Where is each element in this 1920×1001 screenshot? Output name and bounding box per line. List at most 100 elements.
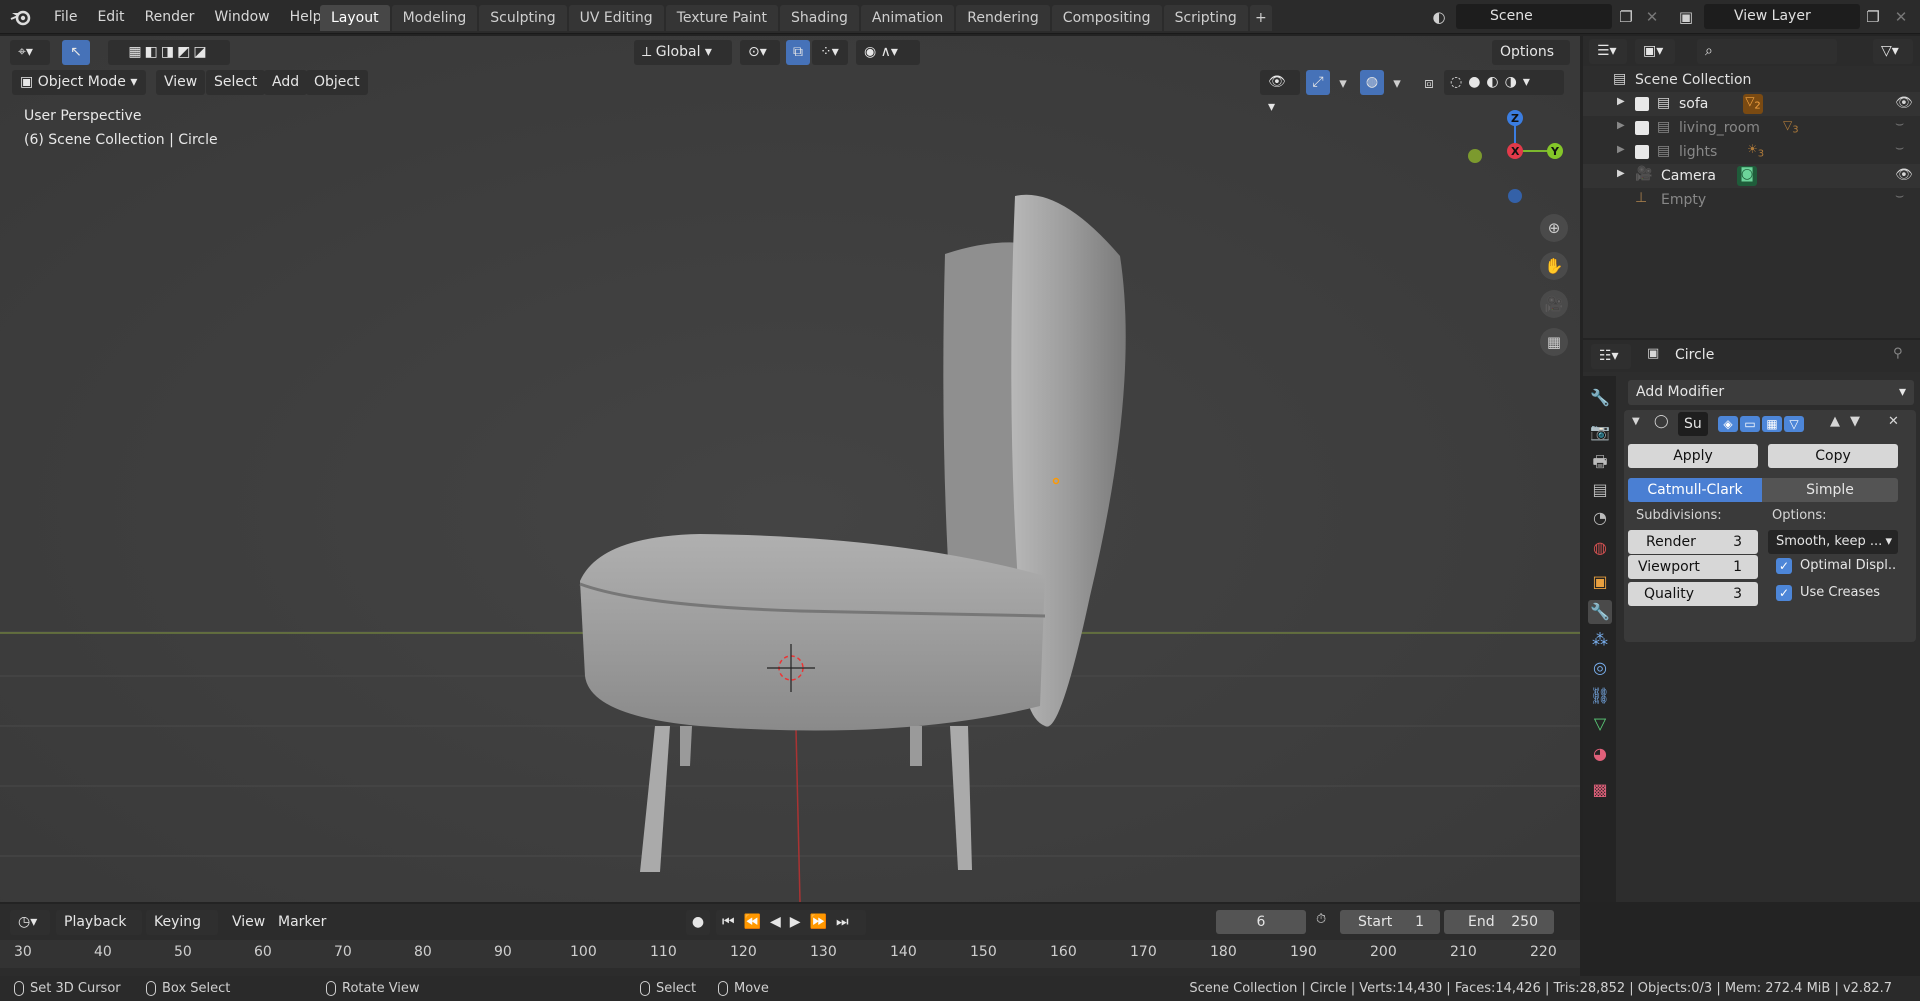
menu-view[interactable]: View	[224, 910, 273, 935]
menu-file[interactable]: File	[44, 9, 87, 25]
outliner-root-row[interactable]: ▤ Scene Collection	[1583, 68, 1920, 92]
xray-icon[interactable]: ⧈	[1418, 72, 1440, 94]
stopwatch-icon[interactable]: ⏱	[1316, 912, 1326, 927]
world-tab-icon[interactable]: ◍	[1588, 536, 1612, 560]
timeline-editor-type-button[interactable]: ◷▾	[10, 910, 50, 935]
move-down-icon[interactable]: ▼	[1850, 414, 1860, 429]
new-view-layer-icon[interactable]: ❐	[1862, 6, 1884, 28]
tab-texture-paint[interactable]: Texture Paint	[665, 5, 779, 31]
start-frame-field[interactable]: Start 1	[1340, 910, 1440, 934]
optimal-display-checkbox[interactable]: ✓	[1776, 558, 1792, 574]
tab-modeling[interactable]: Modeling	[391, 5, 478, 31]
view-layer-field[interactable]: View Layer	[1704, 4, 1860, 29]
gizmo-dropdown-icon[interactable]: ▾	[1332, 72, 1354, 94]
tab-uv-editing[interactable]: UV Editing	[568, 5, 664, 31]
show-render-icon[interactable]: ▽	[1784, 416, 1804, 432]
outliner-row-living-room[interactable]: ▶ ▤ living_room ▽3 ⌣	[1583, 116, 1920, 140]
tab-rendering[interactable]: Rendering	[956, 5, 1050, 31]
copy-button[interactable]: Copy	[1768, 444, 1898, 468]
remove-modifier-icon[interactable]: ✕	[1888, 414, 1899, 429]
tab-compositing[interactable]: Compositing	[1051, 5, 1162, 31]
proportional-edit-icon[interactable]: ◉ ∧▾	[856, 40, 920, 65]
menu-view[interactable]: View	[156, 70, 206, 95]
menu-marker[interactable]: Marker	[270, 910, 334, 935]
eye-icon[interactable]: 👁	[1895, 95, 1913, 111]
display-mode-button[interactable]: ▣▾	[1635, 39, 1675, 64]
scene-field[interactable]: Scene	[1456, 4, 1612, 29]
tab-animation[interactable]: Animation	[860, 5, 955, 31]
render-tab-icon[interactable]: 📷	[1588, 420, 1612, 444]
outliner-row-lights[interactable]: ▶ ▤ lights ☀3 ⌣	[1583, 140, 1920, 164]
blender-logo-icon[interactable]	[10, 7, 32, 27]
end-frame-field[interactable]: End 250	[1444, 910, 1554, 934]
tab-sculpting[interactable]: Sculpting	[479, 5, 567, 31]
record-icon[interactable]: ●	[686, 910, 710, 935]
use-creases-checkbox[interactable]: ✓	[1776, 585, 1792, 601]
outliner-editor-type-button[interactable]: ☰▾	[1589, 39, 1627, 64]
select-tool-icon[interactable]: ↖	[62, 40, 90, 65]
navigation-gizmo[interactable]: Z Y X	[1460, 106, 1570, 216]
playback-controls[interactable]: ⏮⏪◀▶⏩⏭	[716, 910, 866, 935]
catmull-clark-button[interactable]: Catmull-Clark	[1628, 478, 1762, 502]
view-layer-icon[interactable]: ▣	[1675, 6, 1697, 28]
selection-mode-icons[interactable]: ▦◧◨◩◪	[108, 40, 230, 65]
3d-viewport[interactable]: ⌖▾ ↖ ▦◧◨◩◪ ⟂ Global ▾ ⊙▾ ⧉ ⁘▾ ◉ ∧▾ Optio…	[0, 36, 1580, 902]
playback-menu[interactable]: Playback ▾	[56, 910, 142, 955]
hidden-eye-icon[interactable]: ⌣	[1895, 116, 1904, 132]
new-scene-icon[interactable]: ❐	[1615, 6, 1637, 28]
constraints-tab-icon[interactable]: ⛓	[1588, 684, 1612, 708]
menu-window[interactable]: Window	[204, 9, 279, 25]
filter-icon[interactable]: ▽▾	[1873, 39, 1913, 64]
pan-hand-icon[interactable]: ✋	[1540, 252, 1568, 280]
snap-target-icon[interactable]: ⁘▾	[812, 40, 848, 65]
outliner-row-empty[interactable]: ⊥ Empty ⌣	[1583, 188, 1920, 212]
include-checkbox[interactable]	[1635, 97, 1649, 111]
overlay-toggle-icon[interactable]: ◍	[1360, 70, 1384, 95]
uv-smooth-dropdown[interactable]: Smooth, keep ... ▾	[1768, 530, 1898, 554]
show-viewport-icon[interactable]: ▦	[1762, 416, 1782, 432]
eye-icon[interactable]: 👁	[1895, 167, 1913, 183]
apply-button[interactable]: Apply	[1628, 444, 1758, 468]
transform-orientation-dropdown[interactable]: ⟂ Global ▾	[634, 40, 732, 65]
visibility-icon[interactable]: 👁▾	[1260, 70, 1300, 115]
delete-scene-icon[interactable]: ✕	[1641, 6, 1663, 28]
current-frame-field[interactable]: 6	[1216, 910, 1306, 934]
render-levels-field[interactable]: Render 3	[1628, 530, 1758, 554]
menu-add[interactable]: Add	[264, 70, 308, 95]
menu-edit[interactable]: Edit	[87, 9, 134, 25]
show-in-editmode-icon[interactable]: ▭	[1740, 416, 1760, 432]
add-workspace-button[interactable]: +	[1249, 5, 1272, 31]
add-modifier-dropdown[interactable]: Add Modifier ▾	[1628, 380, 1914, 405]
editor-type-button[interactable]: ⌖▾	[10, 40, 50, 65]
scene-tab-icon[interactable]: ◔	[1588, 506, 1612, 530]
collapse-arrow-icon[interactable]: ▼	[1632, 416, 1640, 427]
tab-layout[interactable]: Layout	[320, 5, 390, 31]
pivot-point-icon[interactable]: ⊙▾	[740, 40, 780, 65]
data-tab-icon[interactable]: ▽	[1588, 712, 1612, 736]
keying-menu[interactable]: Keying ▾	[146, 910, 218, 955]
ortho-toggle-icon[interactable]: ▦	[1540, 328, 1568, 356]
tab-scripting[interactable]: Scripting	[1163, 5, 1248, 31]
expand-arrow-icon[interactable]: ▶	[1617, 96, 1625, 107]
expand-arrow-icon[interactable]: ▶	[1617, 144, 1625, 155]
hidden-eye-icon[interactable]: ⌣	[1895, 188, 1904, 204]
mode-dropdown[interactable]: ▣ Object Mode ▾	[12, 70, 146, 95]
menu-select[interactable]: Select	[206, 70, 266, 95]
modifier-tab-icon[interactable]: 🔧	[1588, 600, 1612, 624]
menu-render[interactable]: Render	[135, 9, 205, 25]
outliner-search-input[interactable]: ⌕	[1697, 39, 1837, 64]
include-checkbox[interactable]	[1635, 121, 1649, 135]
pin-icon[interactable]: ⚲	[1893, 346, 1903, 361]
delete-view-layer-icon[interactable]: ✕	[1890, 6, 1912, 28]
texture-tab-icon[interactable]: ▩	[1588, 778, 1612, 802]
include-checkbox[interactable]	[1635, 145, 1649, 159]
scene-selector-icon[interactable]: ◐	[1428, 6, 1450, 28]
tool-tab-icon[interactable]: 🔧	[1588, 386, 1612, 410]
expand-arrow-icon[interactable]: ▶	[1617, 120, 1625, 131]
object-tab-icon[interactable]: ▣	[1588, 570, 1612, 594]
physics-tab-icon[interactable]: ◎	[1588, 656, 1612, 680]
simple-button[interactable]: Simple	[1762, 478, 1898, 502]
move-up-icon[interactable]: ▲	[1830, 414, 1840, 429]
overlay-dropdown-icon[interactable]: ▾	[1386, 72, 1408, 94]
hidden-eye-icon[interactable]: ⌣	[1895, 140, 1904, 156]
